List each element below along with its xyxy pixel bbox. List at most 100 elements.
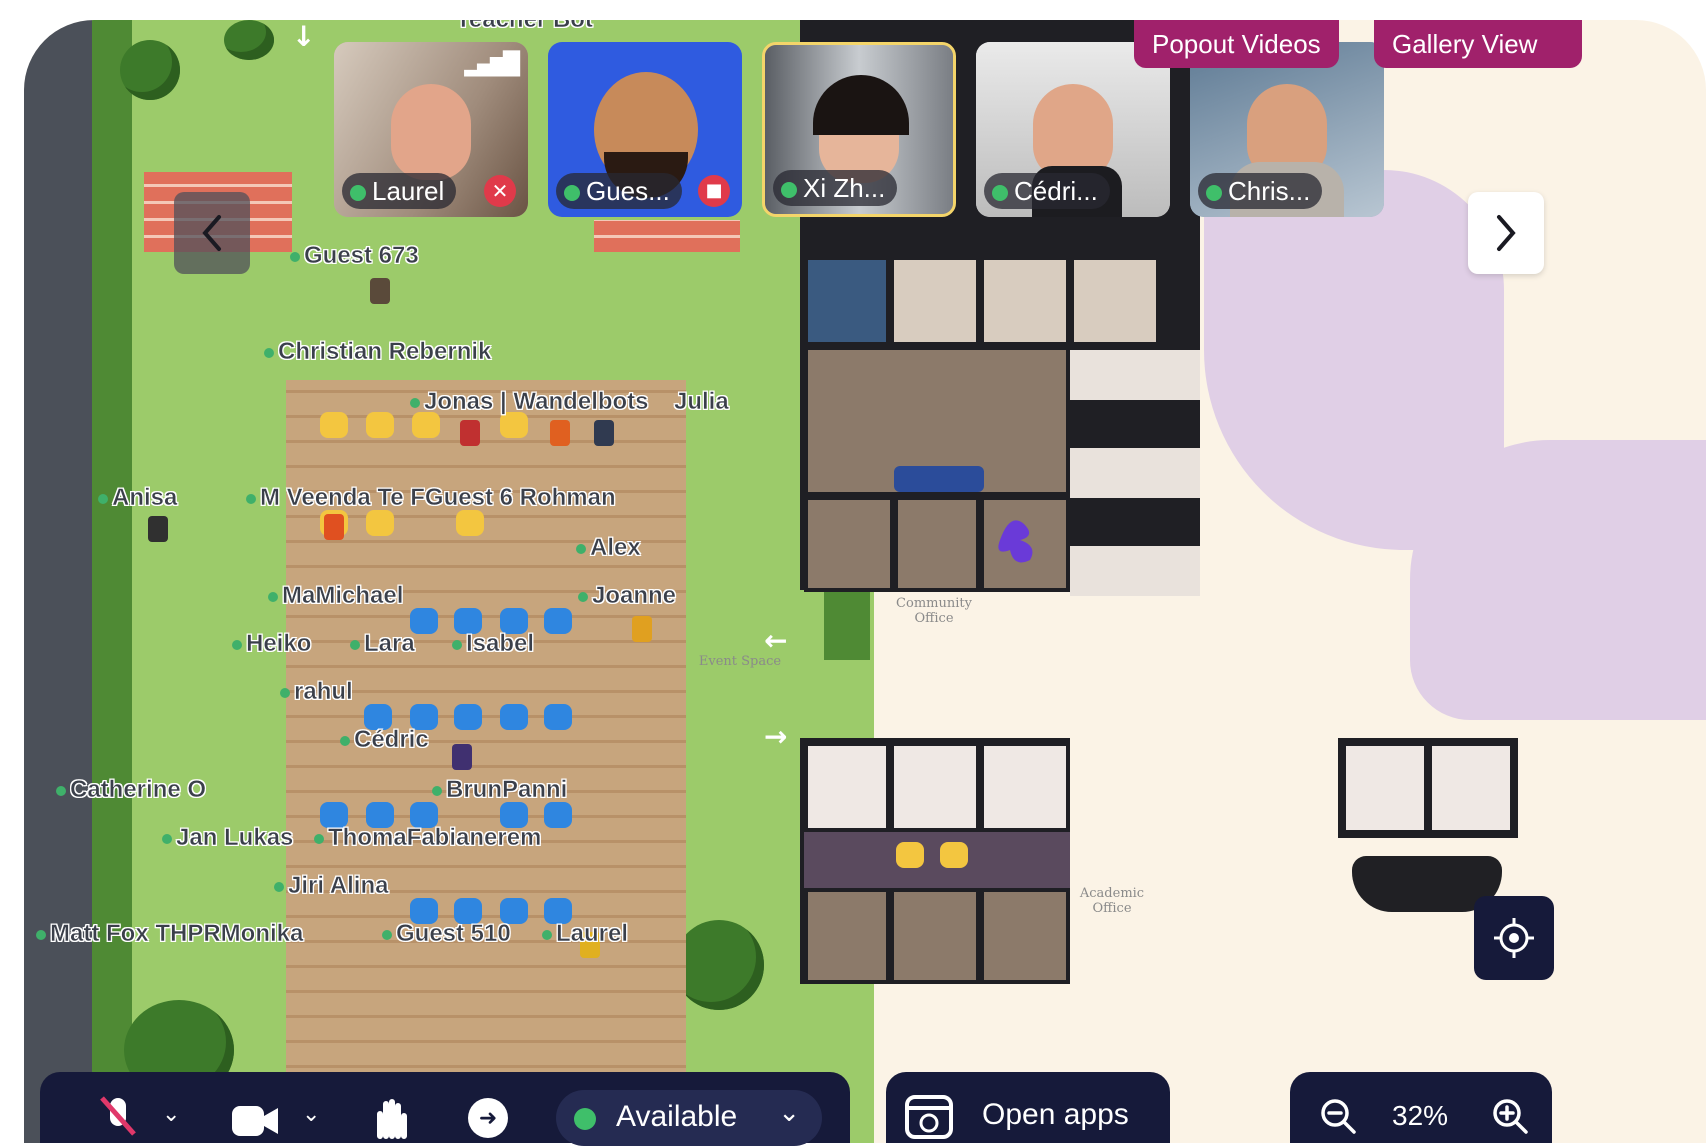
chevron-down-icon: ⌄ bbox=[778, 1098, 800, 1128]
player-name[interactable]: Guest 510 bbox=[382, 920, 511, 948]
player-name[interactable]: Alex bbox=[576, 534, 641, 562]
participant-tag: Gues... bbox=[556, 173, 682, 209]
office-room bbox=[980, 888, 1070, 984]
locate-me-button[interactable] bbox=[1474, 896, 1554, 980]
office-room bbox=[980, 256, 1070, 346]
player-name[interactable]: Jan Lukas bbox=[162, 824, 294, 852]
lounge bbox=[1070, 546, 1200, 596]
participant-tag: Cédri... bbox=[984, 173, 1110, 209]
next-button[interactable] bbox=[1468, 192, 1544, 274]
status-label: Available bbox=[616, 1100, 738, 1133]
office-room bbox=[894, 496, 980, 592]
lounge bbox=[1070, 350, 1200, 400]
mic-muted-button[interactable] bbox=[96, 1094, 140, 1140]
community-office-label: Community Office bbox=[896, 596, 972, 626]
office-room bbox=[980, 742, 1070, 832]
player-name[interactable]: Jonas | Wandelbots bbox=[410, 388, 649, 416]
office-room bbox=[804, 888, 890, 984]
chevron-down-icon[interactable]: ⌄ bbox=[162, 1102, 180, 1127]
office-room bbox=[890, 742, 980, 832]
player-name[interactable]: Heiko bbox=[232, 630, 312, 658]
academic-office-label: Academic Office bbox=[1079, 886, 1145, 916]
seat bbox=[366, 510, 394, 536]
raise-hand-button[interactable] bbox=[370, 1096, 414, 1140]
seat bbox=[366, 412, 394, 438]
arrow-left-icon: ← bbox=[764, 624, 788, 657]
gallery-view-button[interactable]: Gallery View bbox=[1374, 20, 1582, 68]
zoom-controls-bar: 32% bbox=[1290, 1072, 1552, 1143]
brick-patio bbox=[594, 220, 740, 252]
camera-off-icon: ■ bbox=[698, 175, 730, 207]
chevron-left-icon bbox=[202, 215, 221, 251]
player-name[interactable]: MaMichael bbox=[268, 582, 404, 610]
player-avatar[interactable] bbox=[594, 420, 614, 446]
arrow-right-icon: → bbox=[764, 720, 788, 753]
video-tile[interactable]: ▂▄▆█ Laurel ✕ bbox=[334, 42, 528, 217]
player-name[interactable]: Jiri Alina bbox=[274, 872, 389, 900]
zoom-level: 32% bbox=[1392, 1100, 1449, 1131]
player-name[interactable]: ThomaFabianerem bbox=[314, 824, 542, 852]
apps-icon bbox=[904, 1094, 954, 1140]
player-avatar[interactable] bbox=[148, 516, 168, 542]
player-avatar[interactable] bbox=[632, 616, 652, 642]
participant-face bbox=[391, 84, 471, 180]
office-room bbox=[890, 888, 980, 984]
previous-button[interactable] bbox=[174, 192, 250, 274]
media-controls-bar: ⌄ ⌄ ➜ Available ⌄ bbox=[40, 1072, 850, 1146]
decor-shape bbox=[1410, 440, 1706, 720]
status-dot bbox=[574, 1108, 596, 1130]
seat bbox=[544, 608, 572, 634]
player-name[interactable]: Catherine O bbox=[56, 776, 206, 804]
seat bbox=[940, 842, 968, 868]
video-tile[interactable]: Xi Zh... bbox=[762, 42, 956, 217]
video-tile[interactable]: Gues... ■ bbox=[548, 42, 742, 217]
share-screen-button[interactable]: ➜ bbox=[468, 1098, 508, 1138]
participant-tag: Xi Zh... bbox=[773, 170, 898, 206]
player-name[interactable]: Anisa bbox=[98, 484, 178, 512]
arrow-down-icon: ↓ bbox=[292, 20, 316, 53]
participant-tag: Chris... bbox=[1198, 173, 1323, 209]
office-room bbox=[804, 742, 890, 832]
tree bbox=[224, 20, 274, 60]
player-name[interactable]: BrunPanni bbox=[432, 776, 568, 804]
player-name[interactable]: Christian Rebernik bbox=[264, 338, 492, 366]
player-name[interactable]: Guest 673 bbox=[290, 242, 419, 270]
status-selector[interactable]: Available ⌄ bbox=[556, 1090, 822, 1146]
popout-videos-button[interactable]: Popout Videos bbox=[1134, 20, 1339, 68]
road bbox=[24, 20, 92, 1143]
player-name[interactable]: Joanne bbox=[578, 582, 676, 610]
seat bbox=[544, 802, 572, 828]
player-avatar[interactable] bbox=[460, 420, 480, 446]
player-name[interactable]: Matt Fox THPRMonika bbox=[36, 920, 304, 948]
open-apps-bar[interactable]: Open apps bbox=[886, 1072, 1170, 1143]
hedge-left bbox=[92, 20, 132, 1143]
office-room bbox=[804, 256, 890, 346]
player-name[interactable]: Cédric bbox=[340, 726, 429, 754]
seat bbox=[456, 510, 484, 536]
mic-muted-icon: ✕ bbox=[484, 175, 516, 207]
camera-button[interactable] bbox=[230, 1100, 280, 1140]
participant-tag: Laurel bbox=[342, 173, 457, 209]
player-name[interactable]: Lara bbox=[350, 630, 415, 658]
player-name[interactable]: Laurel bbox=[542, 920, 628, 948]
chevron-right-icon bbox=[1497, 215, 1516, 251]
tree bbox=[120, 40, 180, 100]
video-tile[interactable]: Chris... bbox=[1190, 42, 1384, 217]
player-name[interactable]: rahul bbox=[280, 678, 353, 706]
zoom-out-button[interactable] bbox=[1318, 1096, 1358, 1136]
player-name[interactable]: Isabel bbox=[452, 630, 534, 658]
crosshair-icon bbox=[1494, 918, 1534, 958]
zoom-in-button[interactable] bbox=[1490, 1096, 1530, 1136]
player-avatar[interactable] bbox=[452, 744, 472, 770]
player-name[interactable]: M Veenda Te FGuest 6 Rohman bbox=[246, 484, 616, 512]
player-avatar[interactable] bbox=[370, 278, 390, 304]
seat bbox=[544, 704, 572, 730]
player-avatar[interactable] bbox=[550, 420, 570, 446]
player-name[interactable]: Julia bbox=[674, 388, 729, 416]
player-name[interactable]: Teacher Bot bbox=[456, 20, 593, 34]
signal-strength-icon: ▂▄▆█ bbox=[464, 52, 520, 77]
chevron-down-icon[interactable]: ⌄ bbox=[302, 1102, 320, 1127]
open-apps-label: Open apps bbox=[982, 1098, 1129, 1131]
player-avatar[interactable] bbox=[324, 514, 344, 540]
video-tile[interactable]: Cédri... bbox=[976, 42, 1170, 217]
